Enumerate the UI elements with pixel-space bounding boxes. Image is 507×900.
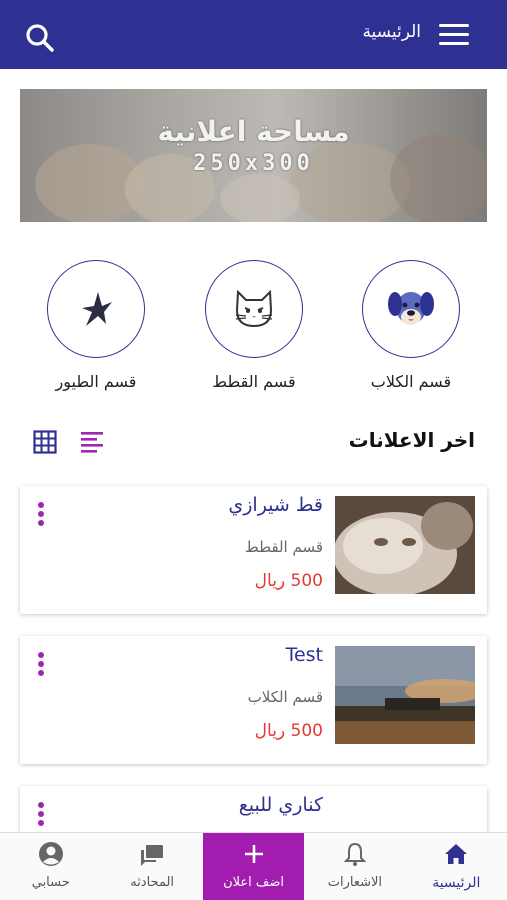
page-title: الرئيسية [362,22,421,42]
bell-icon [343,842,367,866]
dog-icon [388,292,434,325]
chat-icon [141,845,164,866]
category-dogs-circle [362,260,460,358]
category-cats[interactable]: قسم القطط [194,260,314,391]
nav-label: المحادثه [130,875,175,890]
ad-category: قسم القطط [244,538,323,556]
ad-category: قسم الكلاب [247,688,323,706]
plus-icon [244,845,263,863]
ad-price: 500 ريال [254,571,323,591]
nav-label: الرئيسية [432,875,481,891]
ad-title: كناري للبيع [238,794,323,816]
grid-view-icon[interactable] [33,430,57,454]
more-options-icon[interactable] [36,802,46,828]
category-cats-circle [205,260,303,358]
ad-thumbnail [335,496,475,594]
ad-title: قط شيرازي [228,494,323,516]
bird-icon [82,292,112,326]
banner-size-text: 250x300 [193,151,314,176]
nav-chat[interactable]: المحادثه [101,833,202,900]
nav-add-ad[interactable]: اضف اعلان [202,833,305,900]
nav-label: الاشعارات [327,875,383,890]
nav-account[interactable]: حسابي [0,833,101,900]
ad-card[interactable]: Test قسم الكلاب 500 ريال [20,636,487,764]
ad-thumbnail [335,646,475,744]
more-options-icon[interactable] [36,502,46,528]
nav-notifications[interactable]: الاشعارات [304,833,405,900]
bottom-navigation: الرئيسية الاشعارات اضف اعلان المحادثه حس… [0,832,507,900]
category-label: قسم الطيور [55,372,137,391]
banner-text: مساحة اعلانية [157,115,350,148]
top-app-bar: الرئيسية [0,0,507,69]
latest-ads-title: اخر الاعلانات [348,428,475,452]
category-birds-circle [47,260,145,358]
category-label: قسم الكلاب [370,372,452,391]
nav-label: اضف اعلان [223,875,284,890]
home-icon [445,844,468,864]
ad-card[interactable]: قط شيرازي قسم القطط 500 ريال [20,486,487,614]
app-screen: الرئيسية مساحة اعلانية 250x300 قسم الكلا… [0,0,507,900]
ad-banner[interactable]: مساحة اعلانية 250x300 [20,89,487,222]
category-birds[interactable]: قسم الطيور [36,260,156,391]
nav-home[interactable]: الرئيسية [406,833,507,900]
ad-price: 500 ريال [254,721,323,741]
list-view-icon[interactable] [80,431,104,453]
cat-icon [235,289,273,328]
ad-title: Test [285,644,323,666]
more-options-icon[interactable] [36,652,46,678]
menu-icon[interactable] [439,24,469,46]
category-dogs[interactable]: قسم الكلاب [351,260,471,391]
account-icon [38,842,63,866]
search-icon[interactable] [24,22,56,54]
category-label: قسم القطط [212,372,296,391]
nav-label: حسابي [31,875,70,890]
